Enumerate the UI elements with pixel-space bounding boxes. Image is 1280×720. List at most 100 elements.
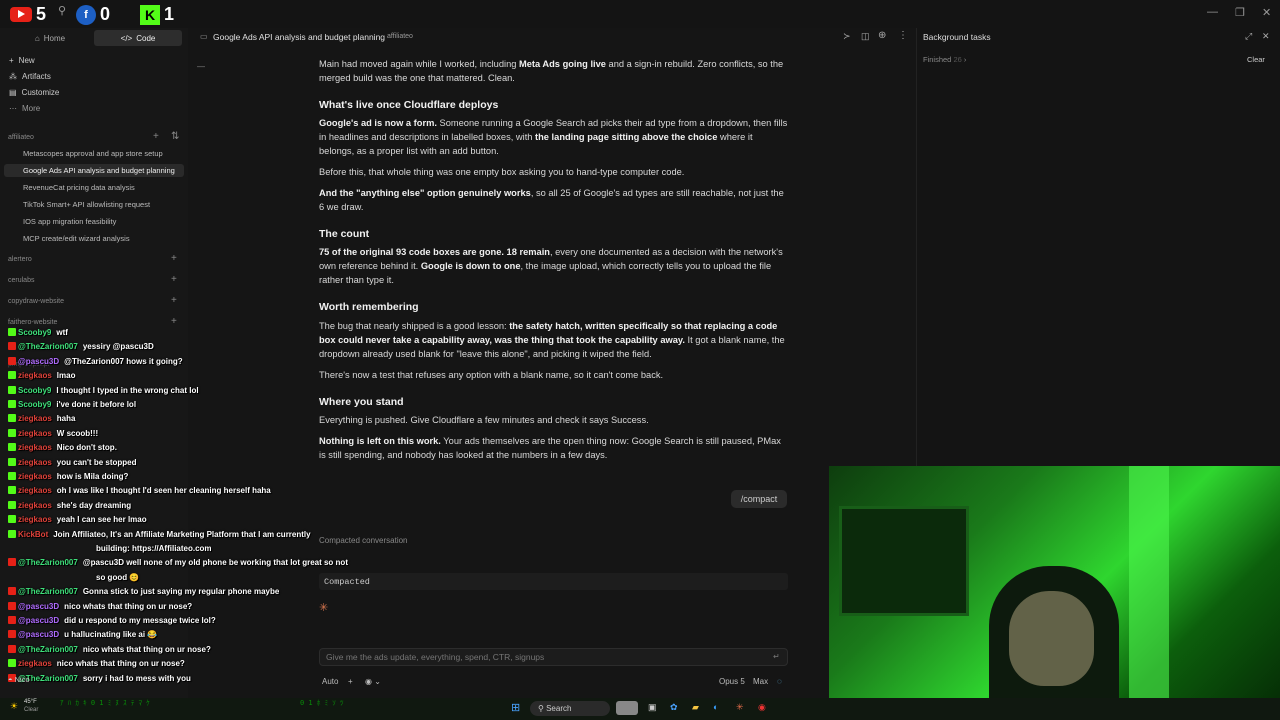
background-tasks-panel: Background tasks ⤢ ✕ Finished 26 › Clear [916, 28, 1280, 466]
effort-select[interactable]: Max [753, 677, 768, 686]
chat-message: ziegkaos yeah I can see her lmao [8, 515, 147, 525]
claude-icon[interactable]: ✳ [736, 702, 744, 713]
chat-text: she's day dreaming [56, 500, 132, 510]
finished-toggle[interactable]: Finished 26 › [923, 55, 966, 64]
chat-username: Scooby9 [18, 400, 52, 409]
chat-text: lmao [56, 371, 76, 381]
customize-link[interactable]: ▤ Customize [9, 88, 59, 97]
filter-icon[interactable]: ⇅ [171, 131, 179, 142]
chat-message: so good 😊 [96, 573, 139, 583]
platform-badge-icon [8, 587, 16, 596]
platform-badge-icon [8, 428, 16, 437]
chat-message: @pascu3D @TheZarion007 hows it going? [8, 356, 183, 367]
add-icon[interactable]: + [171, 274, 177, 285]
add-icon[interactable]: + [171, 253, 177, 264]
customize-icon: ▤ [9, 88, 17, 97]
user-name[interactable]: ◓ Nico [8, 675, 30, 684]
expand-icon[interactable]: ⤢ [1245, 31, 1252, 42]
session-item[interactable]: Metascopes approval and app store setup [4, 147, 184, 160]
chat-username: @pascu3D [18, 616, 60, 625]
session-title: Google Ads API analysis and budget plann… [213, 32, 386, 42]
panel-icon[interactable]: ▭ [200, 32, 208, 41]
session-item[interactable]: RevenueCat pricing data analysis [4, 181, 184, 194]
platform-badge-icon [8, 500, 16, 509]
more-icon[interactable]: ⋮ [898, 30, 908, 41]
split-icon[interactable]: ◫ [861, 31, 870, 42]
chat-username: Scooby9 [18, 385, 52, 395]
chat-message: ziegkaos oh I was like I thought I'd seen… [8, 486, 271, 496]
session-item-active[interactable]: Google Ads API analysis and budget plann… [4, 164, 184, 177]
avatar: ◓ [8, 675, 15, 684]
home-icon: ⌂ [34, 33, 40, 43]
globe-icon[interactable]: ⊕ [878, 30, 886, 41]
loading-icon: ◌ [777, 677, 782, 686]
obs-icon[interactable]: ◉ [758, 702, 766, 713]
chat-text: W scoob!!! [56, 428, 99, 438]
project-group[interactable]: alertero [8, 256, 32, 263]
platform-badge-icon [8, 558, 16, 567]
chat-message: @TheZarion007 Gonna stick to just saying … [8, 587, 279, 597]
chat-message: @pascu3D did u respond to my message twic… [8, 616, 216, 626]
edge-icon[interactable]: ◐ [713, 702, 718, 712]
add-icon[interactable]: + [171, 295, 177, 306]
taskbar-search[interactable]: ⚲ Search [530, 701, 610, 716]
chat-username: ziegkaos [18, 515, 52, 525]
new-button[interactable]: + New [9, 56, 35, 65]
intro-paragraph: Main had moved again while I worked, inc… [319, 59, 784, 83]
project-group[interactable]: faithero-website [8, 319, 57, 326]
session-item[interactable]: TikTok Smart+ API allowlisting request [4, 198, 184, 211]
platform-badge-icon [8, 472, 16, 480]
chat-text: i've done it before lol [56, 400, 137, 409]
section-heading: Worth remembering [319, 301, 419, 313]
chat-message: KickBot Join Affiliateo, It's an Affiliat… [8, 529, 311, 540]
artifacts-link[interactable]: ⁂ Artifacts [9, 72, 51, 81]
chat-text: Gonna stick to just saying my regular ph… [82, 587, 280, 597]
more-icon: ⋯ [9, 104, 17, 113]
project-label: affiliateo [8, 134, 34, 141]
taskview-icon[interactable]: ▣ [648, 702, 657, 713]
chat-username: @TheZarion007 [18, 644, 78, 654]
tab-home[interactable]: ⌂ Home [6, 30, 94, 46]
chat-message: Scooby9 I thought I typed in the wrong ch… [8, 385, 199, 396]
chat-text: nico whats that thing on ur nose? [56, 659, 185, 669]
search-icon[interactable]: ⚲ [58, 4, 66, 17]
chat-username: ziegkaos [18, 472, 52, 481]
windows-start-icon[interactable]: ⊞ [511, 701, 520, 714]
widgets-icon[interactable] [616, 701, 638, 715]
project-group[interactable]: cerulabs [8, 277, 34, 284]
session-item[interactable]: IOS app migration feasibility [4, 215, 184, 228]
session-item[interactable]: MCP create/edit wizard analysis [4, 232, 184, 245]
chat-message: @TheZarion007 yessiry @pascu3D [8, 342, 154, 352]
terminal-icon[interactable]: ≻ [843, 31, 851, 42]
maximize-icon[interactable]: ❐ [1235, 6, 1245, 19]
copilot-icon[interactable]: ✿ [670, 702, 678, 713]
new-session-icon[interactable]: + [153, 131, 159, 142]
explorer-icon[interactable]: ▰ [692, 702, 699, 713]
send-icon[interactable]: ↵ [773, 652, 780, 661]
model-select[interactable]: Opus 5 [719, 677, 745, 686]
chat-username: @pascu3D [18, 356, 60, 366]
compact-command[interactable]: /compact [731, 490, 787, 508]
clear-button[interactable]: Clear [1247, 55, 1265, 64]
project-group[interactable]: copydraw-website [8, 298, 64, 305]
chat-text: building: https://Affiliateo.com [96, 544, 212, 553]
webcam-overlay [829, 466, 1280, 720]
code-icon: </> [120, 33, 133, 43]
kick-icon: K [140, 4, 160, 25]
platform-badge-icon [8, 601, 16, 610]
close-panel-icon[interactable]: ✕ [1262, 31, 1270, 42]
tab-code[interactable]: </> Code [94, 30, 182, 46]
chat-username: @TheZarion007 [18, 587, 78, 597]
minimize-icon[interactable]: — [1207, 6, 1218, 18]
close-icon[interactable]: ✕ [1262, 6, 1271, 19]
wall-frame [839, 506, 969, 616]
section-heading: The count [319, 228, 370, 240]
chat-text: @pascu3D well none of my old phone be wo… [82, 558, 348, 568]
platform-badge-icon [8, 630, 16, 639]
kick-viewers: K 1 [140, 4, 174, 25]
chat-username: ziegkaos [18, 371, 52, 381]
more-link[interactable]: ⋯ More [9, 104, 40, 113]
paragraph: Google's ad is now a form. Someone runni… [319, 118, 788, 156]
platform-badge-icon [8, 529, 16, 538]
platform-badge-icon [8, 486, 16, 495]
